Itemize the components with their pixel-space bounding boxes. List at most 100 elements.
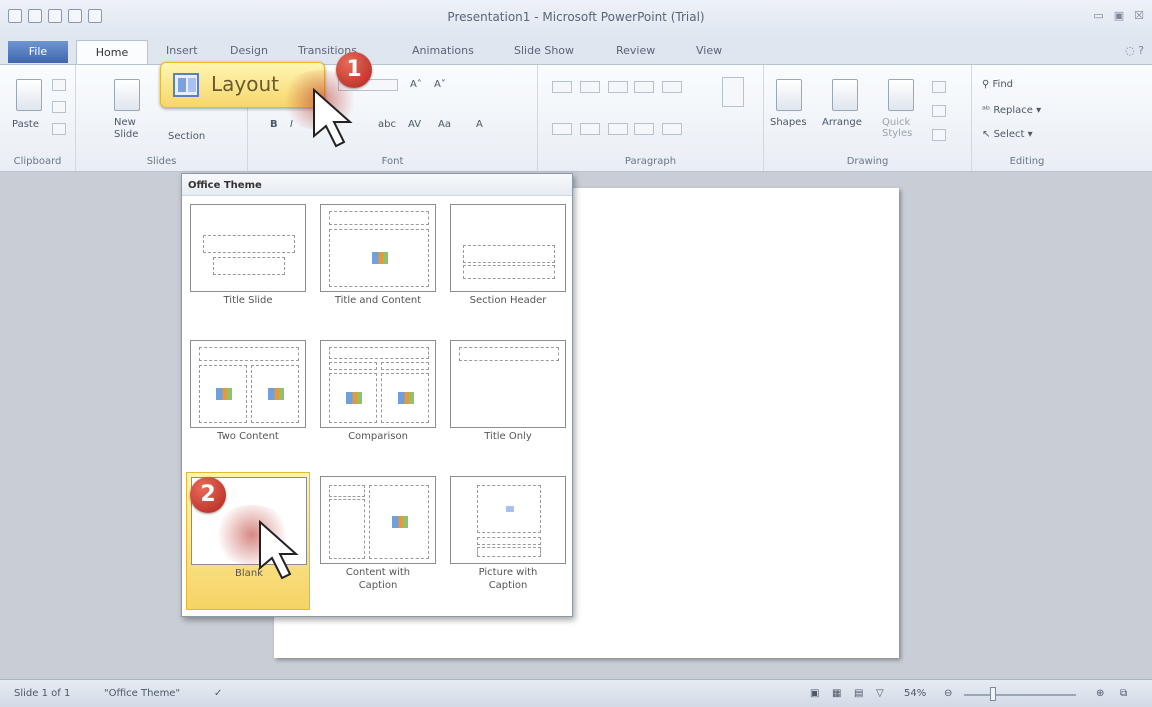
layout-caption: Two Content	[217, 431, 279, 442]
tab-review[interactable]: Review	[616, 44, 655, 57]
reading-view-icon[interactable]: ▤	[854, 688, 863, 699]
zoom-slider[interactable]	[964, 694, 1076, 696]
justify-icon[interactable]	[634, 123, 654, 135]
tab-design[interactable]: Design	[230, 44, 268, 57]
cut-icon[interactable]	[52, 79, 66, 91]
maximize-icon[interactable]: ▣	[1114, 9, 1124, 22]
theme-name[interactable]: "Office Theme"	[104, 688, 180, 699]
new-slide-label[interactable]: New Slide	[114, 117, 138, 141]
layout-two-content[interactable]: Two Content	[186, 336, 310, 472]
columns-icon[interactable]	[662, 123, 682, 135]
increase-indent-icon[interactable]	[634, 81, 654, 93]
section-label[interactable]: Section	[168, 131, 205, 142]
align-right-icon[interactable]	[608, 123, 628, 135]
find-button[interactable]: ⚲ Find	[982, 79, 1013, 90]
zoom-in-icon[interactable]: ⊕	[1096, 688, 1104, 699]
slide-show-icon[interactable]: ▽	[876, 688, 884, 699]
title-placeholder	[329, 347, 429, 359]
shape-fill-icon[interactable]	[932, 81, 946, 93]
layout-title-and-content[interactable]: Title and Content	[316, 200, 440, 336]
tab-home[interactable]: Home	[76, 40, 148, 65]
title-placeholder	[463, 245, 555, 263]
layout-title-slide[interactable]: Title Slide	[186, 200, 310, 336]
line-spacing-icon[interactable]	[662, 81, 682, 93]
content-icon	[346, 392, 362, 404]
format-painter-icon[interactable]	[52, 123, 66, 135]
zoom-out-icon[interactable]: ⊖	[944, 688, 952, 699]
paste-icon[interactable]	[16, 79, 42, 111]
select-label: Select	[993, 129, 1025, 140]
slide-count: Slide 1 of 1	[14, 688, 71, 699]
content-icon	[216, 388, 232, 400]
bullets-icon[interactable]	[552, 81, 572, 93]
title-placeholder	[329, 211, 429, 225]
paragraph-label: Paragraph	[624, 156, 677, 167]
strikethrough-icon[interactable]: abc	[378, 119, 396, 130]
slide-sorter-icon[interactable]: ▦	[832, 688, 841, 699]
layout-title-only[interactable]: Title Only	[446, 336, 570, 472]
picture-icon	[506, 506, 514, 512]
layout-comparison[interactable]: Comparison	[316, 336, 440, 472]
drawing-label: Drawing	[846, 156, 889, 167]
clipboard-label: Clipboard	[13, 156, 62, 167]
picture-placeholder	[477, 485, 541, 533]
shrink-font-icon[interactable]: A˅	[434, 79, 446, 90]
left-content-placeholder	[329, 373, 377, 423]
layout-caption: Comparison	[348, 431, 408, 442]
layout-caption: Title and Content	[334, 295, 422, 306]
copy-icon[interactable]	[52, 101, 66, 113]
zoom-slider-thumb[interactable]	[990, 687, 996, 701]
numbering-icon[interactable]	[580, 81, 600, 93]
clipboard-group: Paste Clipboard	[0, 65, 76, 171]
text-placeholder	[477, 547, 541, 557]
font-label: Font	[381, 156, 404, 167]
layout-content-with-caption[interactable]: Content with Caption	[316, 472, 440, 608]
arrange-label[interactable]: Arrange	[822, 117, 862, 128]
gallery-header: Office Theme	[182, 174, 572, 196]
left-content-placeholder	[199, 365, 247, 423]
quick-styles-label[interactable]: Quick Styles	[882, 117, 912, 139]
font-color-icon[interactable]: A	[476, 119, 483, 130]
help-icon[interactable]: ◌ ?	[1125, 44, 1144, 57]
close-icon[interactable]: ☒	[1134, 9, 1144, 22]
layout-section-header[interactable]: Section Header	[446, 200, 570, 336]
shape-effects-icon[interactable]	[932, 129, 946, 141]
zoom-level[interactable]: 54%	[904, 688, 926, 699]
arrange-icon[interactable]	[832, 79, 858, 111]
tab-file[interactable]: File	[8, 41, 68, 63]
char-spacing-icon[interactable]: AV	[408, 119, 421, 130]
layout-picture-with-caption[interactable]: Picture with Caption	[446, 472, 570, 608]
tab-slide-show[interactable]: Slide Show	[514, 44, 574, 57]
editing-label: Editing	[1009, 156, 1045, 167]
fit-to-window-icon[interactable]: ⧉	[1120, 688, 1127, 699]
shape-outline-icon[interactable]	[932, 105, 946, 117]
grow-font-icon[interactable]: A˄	[410, 79, 422, 90]
tab-insert[interactable]: Insert	[166, 44, 198, 57]
layout-thumbnail	[190, 340, 306, 428]
tab-view[interactable]: View	[696, 44, 722, 57]
title-placeholder	[329, 485, 365, 497]
bold-button[interactable]: B	[270, 119, 278, 130]
quick-styles-icon[interactable]	[888, 79, 914, 111]
content-placeholder	[369, 485, 429, 559]
replace-button[interactable]: ᵃᵇ Replace ▾	[982, 105, 1041, 116]
decrease-indent-icon[interactable]	[608, 81, 628, 93]
shapes-label[interactable]: Shapes	[770, 117, 807, 128]
text-placeholder	[463, 265, 555, 279]
change-case-icon[interactable]: Aa	[438, 119, 451, 130]
tab-animations[interactable]: Animations	[412, 44, 474, 57]
spell-check-icon[interactable]: ✓	[214, 688, 222, 699]
window-controls: ▭ ▣ ☒	[1093, 9, 1144, 22]
window-title: Presentation1 - Microsoft PowerPoint (Tr…	[447, 10, 705, 24]
layout-thumbnail	[450, 204, 566, 292]
select-button[interactable]: ↖ Select ▾	[982, 129, 1033, 140]
shapes-icon[interactable]	[776, 79, 802, 111]
new-slide-icon[interactable]	[114, 79, 140, 111]
minimize-icon[interactable]: ▭	[1093, 9, 1103, 22]
text-direction-icon[interactable]	[722, 77, 744, 107]
align-center-icon[interactable]	[580, 123, 600, 135]
layout-thumbnail	[450, 340, 566, 428]
title-bar: Presentation1 - Microsoft PowerPoint (Tr…	[0, 0, 1152, 38]
normal-view-icon[interactable]: ▣	[810, 688, 819, 699]
align-left-icon[interactable]	[552, 123, 572, 135]
